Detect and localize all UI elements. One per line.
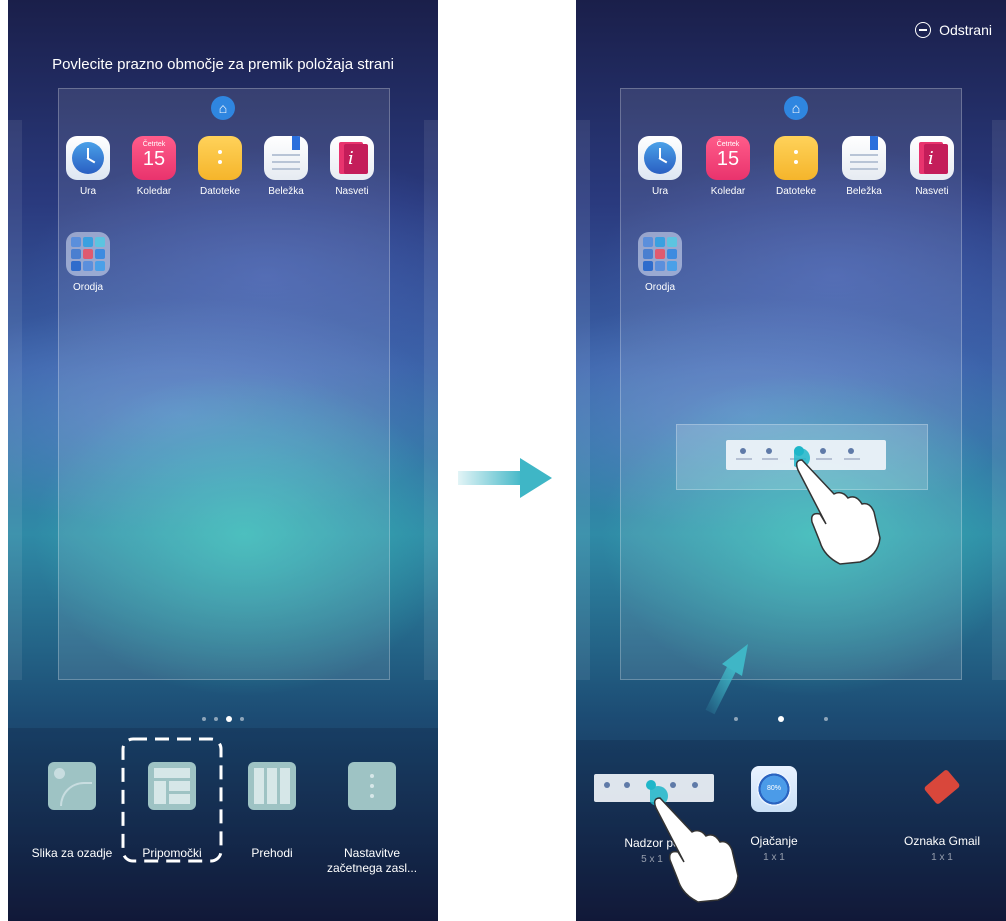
app-notepad[interactable]: Beležka <box>254 136 318 197</box>
clock-icon <box>66 136 110 180</box>
remove-icon <box>915 22 932 38</box>
app-notepad[interactable]: Beležka <box>832 136 896 197</box>
widgets-highlight-box <box>121 737 223 863</box>
page-indicator <box>734 716 828 722</box>
previous-page-preview[interactable] <box>576 120 590 680</box>
app-files[interactable]: Datoteke <box>188 136 252 197</box>
home-settings-option[interactable]: Nastavitve začetnega zasl... <box>324 762 420 876</box>
next-page-preview[interactable] <box>992 120 1006 680</box>
page-dot[interactable] <box>734 717 738 721</box>
tap-hand-icon <box>650 786 739 903</box>
calendar-icon: Četrtek 15 <box>132 136 176 180</box>
gmail-label-icon <box>919 766 965 812</box>
calendar-icon: Četrtek 15 <box>706 136 750 180</box>
files-icon <box>198 136 242 180</box>
home-icon[interactable]: ⌂ <box>211 96 235 120</box>
remove-button[interactable]: Odstrani <box>915 22 992 38</box>
app-tips[interactable]: i Nasveti <box>900 136 964 197</box>
tools-folder-icon <box>66 232 110 276</box>
wallpaper-option[interactable]: Slika za ozadje <box>24 762 120 861</box>
home-icon[interactable]: ⌂ <box>784 96 808 120</box>
drag-hand-icon <box>794 448 881 565</box>
clock-icon <box>638 136 682 180</box>
transitions-icon <box>248 762 296 810</box>
tools-folder-icon <box>638 232 682 276</box>
app-calendar[interactable]: Četrtek 15 Koledar <box>696 136 760 197</box>
swipe-up-arrow-icon <box>705 644 748 715</box>
app-files[interactable]: Datoteke <box>764 136 828 197</box>
booster-icon: 80% <box>751 766 797 812</box>
page-dot-active[interactable] <box>226 716 232 722</box>
previous-page-preview[interactable] <box>8 120 22 680</box>
tips-icon: i <box>330 136 374 180</box>
folder-tools[interactable]: Orodja <box>56 232 120 293</box>
settings-icon <box>348 762 396 810</box>
app-clock[interactable]: Ura <box>628 136 692 197</box>
notepad-icon <box>264 136 308 180</box>
transition-arrow-icon <box>458 458 552 498</box>
right-phone-screen: Odstrani ⌂ Ura Četrtek 15 Koledar Datotek… <box>576 0 1006 921</box>
settings-label-line2: začetnega zasl... <box>326 861 418 875</box>
wallpaper-icon <box>48 762 96 810</box>
settings-label-line1: Nastavitve <box>343 846 401 860</box>
transitions-option[interactable]: Prehodi <box>224 762 320 861</box>
page-dot[interactable] <box>240 717 244 721</box>
left-phone-screen: Povlecite prazno območje za premik polož… <box>8 0 438 921</box>
page-dot[interactable] <box>214 717 218 721</box>
app-clock[interactable]: Ura <box>56 136 120 197</box>
notepad-icon <box>842 136 886 180</box>
app-calendar[interactable]: Četrtek 15 Koledar <box>122 136 186 197</box>
files-icon <box>774 136 818 180</box>
page-dot-active[interactable] <box>778 716 784 722</box>
page-dot[interactable] <box>202 717 206 721</box>
folder-tools[interactable]: Orodja <box>628 232 692 293</box>
gmail-label-widget-option[interactable]: Oznaka Gmail 1 x 1 <box>892 766 992 863</box>
tips-icon: i <box>910 136 954 180</box>
app-tips[interactable]: i Nasveti <box>320 136 384 197</box>
drag-hint-text: Povlecite prazno območje za premik polož… <box>52 56 394 73</box>
page-indicator <box>202 716 244 722</box>
next-page-preview[interactable] <box>424 120 438 680</box>
page-dot[interactable] <box>824 717 828 721</box>
